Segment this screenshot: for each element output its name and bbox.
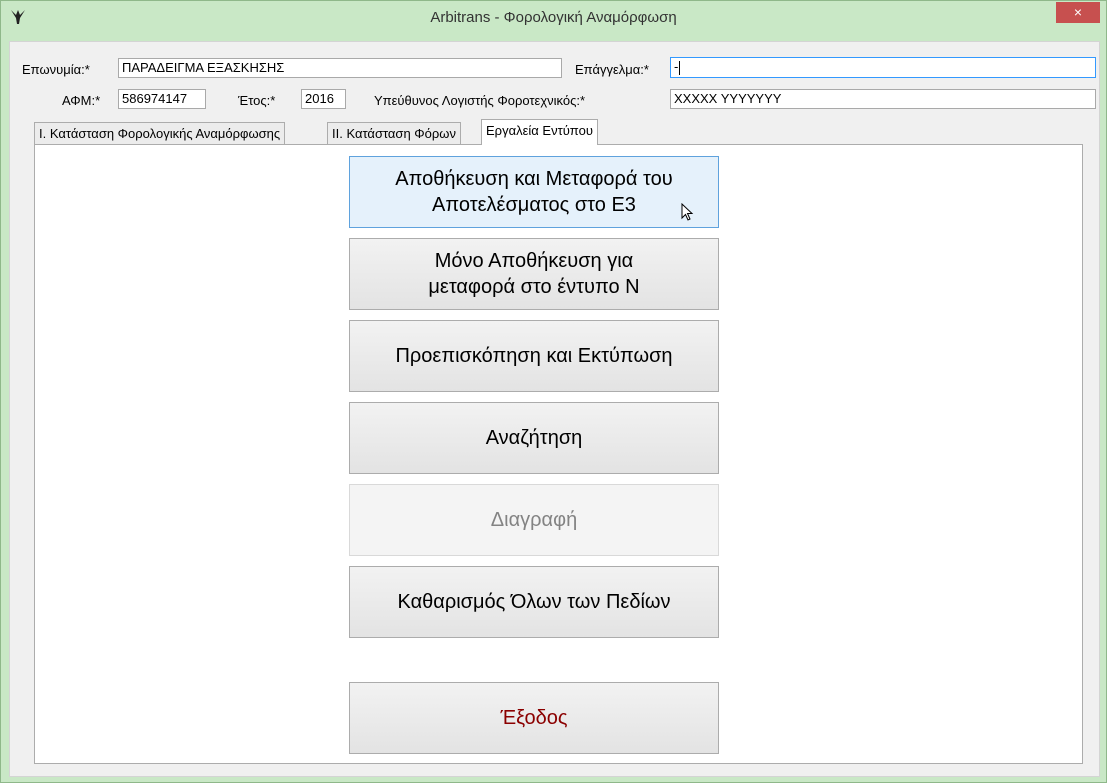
- delete-button[interactable]: Διαγραφή: [349, 484, 719, 556]
- name-field[interactable]: ΠΑΡΑΔΕΙΓΜΑ ΕΞΑΣΚΗΣΗΣ: [118, 58, 562, 78]
- save-transfer-label-1: Αποθήκευση και Μεταφορά του: [395, 168, 673, 190]
- tab-taxes[interactable]: II. Κατάσταση Φόρων: [327, 122, 461, 144]
- exit-button[interactable]: Έξοδος: [349, 682, 719, 754]
- profession-label: Επάγγελμα:*: [575, 62, 649, 77]
- preview-print-button[interactable]: Προεπισκόπηση και Εκτύπωση: [349, 320, 719, 392]
- mouse-cursor-icon: [681, 203, 694, 221]
- year-field[interactable]: 2016: [301, 89, 346, 109]
- accountant-field[interactable]: XXXXX YYYYYYY: [670, 89, 1096, 109]
- title-bar[interactable]: Arbitrans - Φορολογική Αναμόρφωση ×: [1, 1, 1106, 35]
- close-icon: ×: [1073, 4, 1083, 20]
- accountant-label: Υπεύθυνος Λογιστής Φοροτεχνικός:*: [374, 93, 586, 108]
- clear-all-fields-button[interactable]: Καθαρισμός Όλων των Πεδίων: [349, 566, 719, 638]
- year-label: Έτος:*: [238, 93, 276, 108]
- text-caret: [679, 60, 681, 75]
- name-label: Επωνυμία:*: [22, 62, 90, 77]
- save-transfer-e3-button[interactable]: Αποθήκευση και Μεταφορά του Αποτελέσματος…: [349, 156, 719, 228]
- afm-label: ΑΦΜ:*: [62, 93, 101, 108]
- search-button[interactable]: Αναζήτηση: [349, 402, 719, 474]
- profession-field[interactable]: -: [670, 57, 1096, 78]
- save-transfer-label-2: Αποτελέσματος στο Ε3: [432, 194, 636, 216]
- save-only-label-2: μεταφορά στο έντυπο Ν: [428, 276, 640, 298]
- close-button[interactable]: ×: [1056, 2, 1100, 23]
- tab-form-tools[interactable]: Εργαλεία Εντύπου: [481, 119, 598, 145]
- form-tools-panel: Αποθήκευση και Μεταφορά του Αποτελέσματος…: [34, 144, 1083, 764]
- save-only-button[interactable]: Μόνο Αποθήκευση για μεταφορά στο έντυπο Ν: [349, 238, 719, 310]
- form-client-area: Επωνυμία:* ΠΑΡΑΔΕΙΓΜΑ ΕΞΑΣΚΗΣΗΣ Επάγγελμ…: [9, 41, 1100, 777]
- window-title: Arbitrans - Φορολογική Αναμόρφωση: [430, 9, 677, 26]
- tab-tax-adjustment[interactable]: I. Κατάσταση Φορολογικής Αναμόρφωσης: [34, 122, 286, 144]
- afm-field[interactable]: 586974147: [118, 89, 206, 109]
- save-only-label-1: Μόνο Αποθήκευση για: [434, 250, 634, 272]
- profession-value: -: [674, 59, 679, 74]
- app-window: Arbitrans - Φορολογική Αναμόρφωση × Επων…: [0, 0, 1107, 783]
